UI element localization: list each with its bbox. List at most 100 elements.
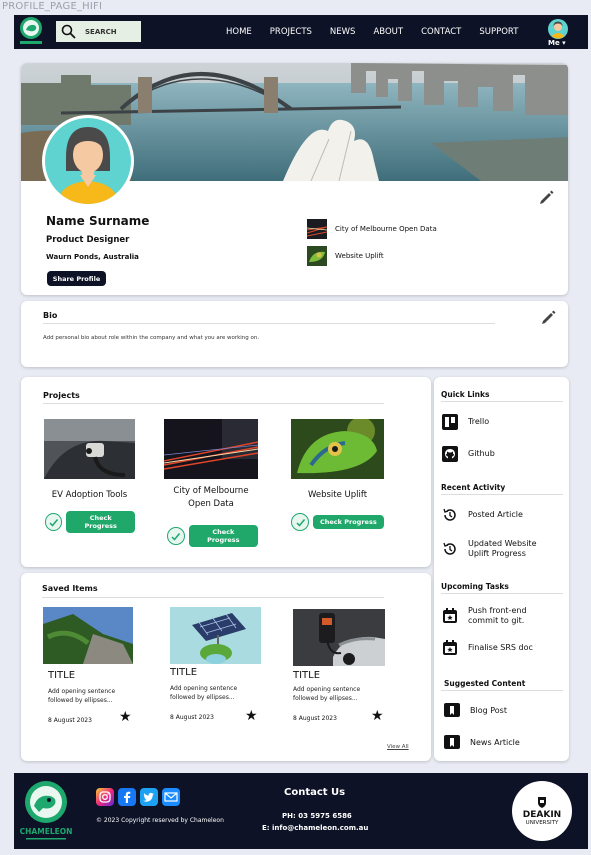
profile-card: Name Surname Product Designer Waurn Pond… — [21, 63, 568, 295]
linked-project-label: City of Melbourne Open Data — [335, 225, 437, 233]
project-image — [164, 419, 258, 479]
user-menu-toggle[interactable]: Me ▾ — [548, 39, 566, 47]
project-image — [44, 419, 135, 479]
check-progress: Check Progress — [291, 513, 384, 531]
history-icon — [443, 508, 456, 521]
project-image — [291, 419, 384, 479]
search-box[interactable]: SEARCH — [56, 21, 141, 42]
check-circle-icon — [167, 527, 185, 545]
partner-name: DEAKIN — [522, 810, 562, 820]
copyright-text: © 2023 Copyright reserved by Chameleon — [96, 817, 224, 824]
divider — [441, 593, 563, 594]
quick-link-github[interactable]: Github — [442, 446, 495, 462]
chameleon-logo[interactable]: CHAMELEON — [20, 780, 72, 842]
saved-item-date: 8 August 2023 — [293, 715, 337, 722]
partner-subname: UNIVERSITY — [525, 820, 559, 826]
facebook-icon[interactable] — [118, 788, 136, 806]
contact-title: Contact Us — [284, 787, 346, 798]
saved-item-desc: Add opening sentence followed by ellipses… — [170, 685, 238, 701]
saved-item-date: 8 August 2023 — [170, 714, 214, 721]
recent-activity-item[interactable]: Updated Website Uplift Progress — [442, 539, 536, 559]
upcoming-task-item[interactable]: Push front-end commit to git. — [442, 606, 527, 626]
upcoming-task-item[interactable]: Finalise SRS doc — [442, 640, 533, 656]
projects-card: Projects EV Adoption Tools Check Progres… — [21, 377, 431, 567]
nav-about[interactable]: ABOUT — [373, 27, 403, 37]
share-profile-button[interactable]: Share Profile — [47, 271, 106, 286]
project-thumbnail — [307, 219, 327, 239]
mail-icon[interactable] — [162, 788, 180, 806]
saved-items-title: Saved Items — [42, 584, 98, 593]
chameleon-logo[interactable] — [18, 16, 44, 47]
project-title: EV Adoption Tools — [51, 490, 128, 500]
bookmark-icon — [444, 735, 460, 749]
recent-activity-title: Recent Activity — [441, 483, 506, 492]
check-progress: Check Progress — [45, 511, 135, 533]
profile-role: Product Designer — [46, 235, 130, 245]
quick-link-trello[interactable]: Trello — [442, 414, 489, 430]
linked-project-2[interactable]: Website Uplift — [307, 246, 384, 266]
footer: CHAMELEON © 2023 Copyright reserved by C… — [14, 773, 588, 849]
divider — [43, 403, 384, 404]
profile-name: Name Surname — [46, 214, 150, 228]
linked-project-1[interactable]: City of Melbourne Open Data — [307, 219, 437, 239]
nav-home[interactable]: HOME — [226, 27, 252, 37]
nav-news[interactable]: NEWS — [330, 27, 356, 37]
star-icon[interactable]: ★ — [119, 709, 132, 725]
calendar-icon — [443, 640, 457, 655]
divider — [441, 494, 563, 495]
project-card-melbourne[interactable]: City of Melbourne Open Data Check Progres… — [164, 419, 258, 547]
saved-item-3[interactable]: TITLE Add opening sentence followed by el… — [293, 609, 385, 724]
divider — [43, 323, 495, 324]
saved-item-1[interactable]: TITLE Add opening sentence followed by el… — [43, 607, 133, 725]
recent-activity-item[interactable]: Posted Article — [442, 507, 523, 523]
projects-title: Projects — [43, 391, 80, 400]
contact-email[interactable]: E: info@chameleon.com.au — [262, 824, 368, 832]
bio-card: Bio Add personal bio about role within t… — [21, 301, 568, 367]
profile-location: Waurn Ponds, Australia — [46, 253, 139, 261]
project-card-website[interactable]: Website Uplift Check Progress — [291, 419, 384, 531]
saved-item-image — [170, 607, 261, 664]
twitter-icon[interactable] — [140, 788, 158, 806]
upcoming-tasks-title: Upcoming Tasks — [441, 582, 509, 591]
suggested-content-item[interactable]: Blog Post — [444, 703, 507, 719]
suggested-content-item[interactable]: News Article — [444, 735, 520, 751]
star-icon[interactable]: ★ — [371, 708, 384, 724]
saved-item-title: TITLE — [170, 667, 198, 678]
profile-avatar[interactable] — [42, 115, 134, 207]
star-icon[interactable]: ★ — [245, 708, 258, 724]
calendar-icon — [443, 608, 457, 623]
divider — [42, 597, 384, 598]
nav-projects[interactable]: PROJECTS — [270, 27, 312, 37]
view-all-link[interactable]: View All — [387, 744, 409, 750]
instagram-icon[interactable] — [96, 788, 114, 806]
saved-item-title: TITLE — [48, 670, 76, 681]
search-label: SEARCH — [85, 27, 117, 36]
saved-item-date: 8 August 2023 — [48, 717, 92, 724]
divider — [441, 401, 563, 402]
check-circle-icon — [45, 513, 63, 531]
deakin-university-logo[interactable]: DEAKIN UNIVERSITY — [512, 781, 572, 841]
edit-bio-pencil-icon[interactable] — [541, 310, 556, 325]
check-progress-button[interactable]: Check Progress — [66, 511, 135, 533]
check-progress-button[interactable]: Check Progress — [188, 525, 258, 547]
deakin-crest-icon — [538, 797, 546, 808]
divider — [441, 690, 563, 691]
nav-support[interactable]: SUPPORT — [479, 27, 518, 37]
saved-item-2[interactable]: TITLE Add opening sentence followed by el… — [170, 607, 261, 724]
saved-items-card: Saved Items TITLE Add opening sentence fo… — [21, 573, 431, 761]
quick-links-title: Quick Links — [441, 390, 490, 399]
check-progress-button[interactable]: Check Progress — [313, 515, 384, 529]
suggested-content-title: Suggested Content — [444, 679, 526, 688]
frame-label: PROFILE_PAGE_HIFI — [2, 1, 103, 12]
contact-phone[interactable]: PH: 03 5975 6586 — [282, 812, 352, 820]
saved-item-image — [293, 609, 385, 666]
history-icon — [443, 542, 456, 555]
footer-brand: CHAMELEON — [20, 827, 72, 836]
edit-profile-pencil-icon[interactable] — [539, 190, 554, 205]
user-avatar[interactable] — [548, 19, 568, 39]
project-title: Website Uplift — [307, 490, 368, 500]
check-progress: Check Progress — [167, 525, 258, 547]
saved-item-desc: Add opening sentence followed by ellipses… — [293, 686, 361, 702]
project-card-ev[interactable]: EV Adoption Tools Check Progress — [44, 419, 135, 533]
nav-contact[interactable]: CONTACT — [421, 27, 461, 37]
